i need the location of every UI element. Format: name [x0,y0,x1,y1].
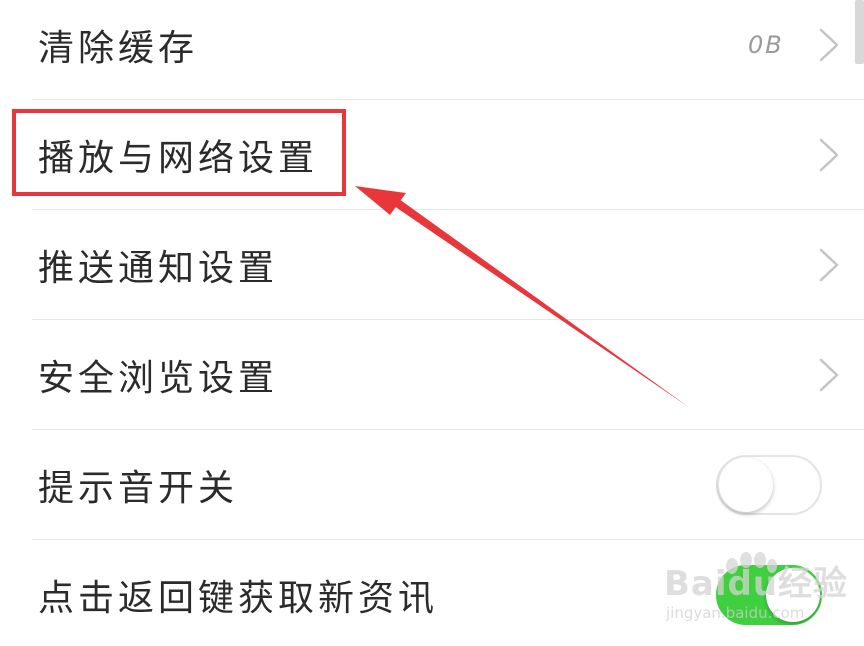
chevron-right-icon [819,138,839,172]
settings-row-label: 提示音开关 [38,468,239,509]
watermark-brand: Baidu经验 [664,564,849,604]
chevron-right-icon [819,248,839,282]
scrollbar[interactable] [855,0,864,64]
settings-row-notification-sound: 提示音开关 [0,430,864,540]
settings-row-label: 清除缓存 [38,28,199,69]
chevron-right-icon [819,28,839,62]
settings-row-safe-browsing[interactable]: 安全浏览设置 [0,320,864,430]
chevron-right-icon [819,358,839,392]
settings-row-label: 推送通知设置 [38,248,279,289]
notification-sound-toggle[interactable] [716,455,822,515]
settings-screen: 清除缓存 0B 播放与网络设置 推送通知设置 安全浏览设置 提示音开关 点击返回… [0,0,864,646]
watermark-url: jingyan.baidu.com [666,604,805,622]
settings-row-label: 安全浏览设置 [38,358,279,399]
baidu-watermark: Baidu经验 jingyan.baidu.com [660,552,860,632]
settings-row-label: 点击返回键获取新资讯 [38,578,439,619]
settings-row-clear-cache[interactable]: 清除缓存 0B [0,0,864,100]
cache-size-value: 0B [748,31,784,59]
annotation-highlight-box [12,109,346,196]
toggle-knob [719,458,773,512]
settings-row-push-notifications[interactable]: 推送通知设置 [0,210,864,320]
